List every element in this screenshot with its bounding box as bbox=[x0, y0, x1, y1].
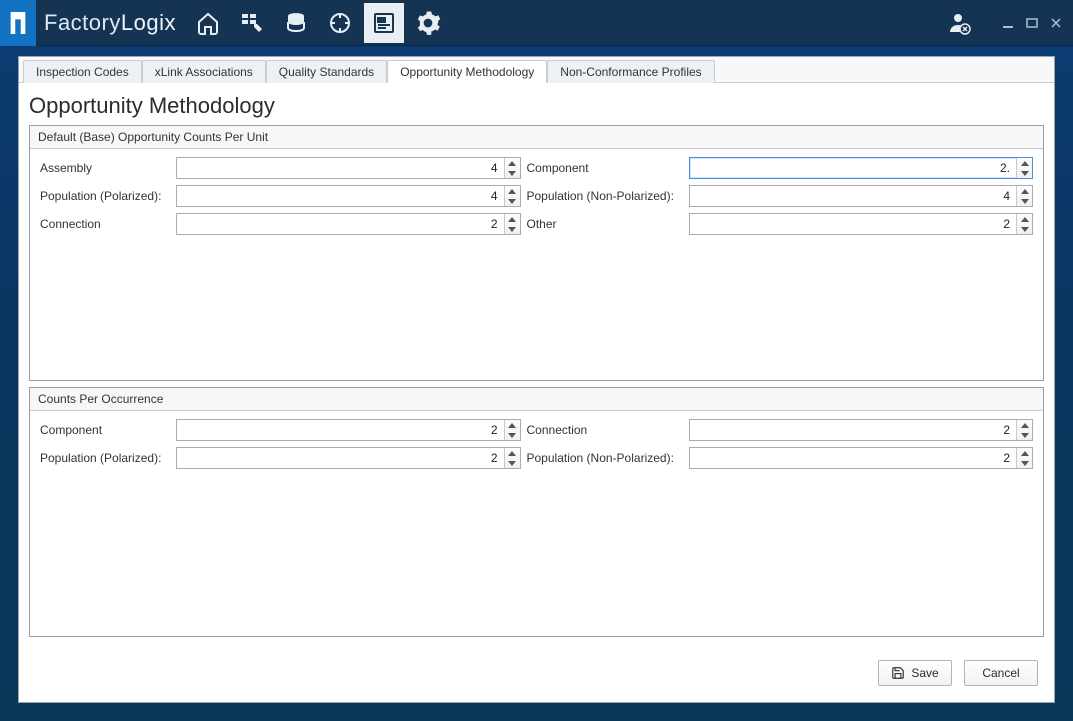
spinner-arrows[interactable] bbox=[504, 420, 520, 440]
input-assembly-field[interactable] bbox=[177, 158, 504, 178]
chevron-down-icon bbox=[1017, 168, 1032, 178]
label-occ-pop-nonpolarized: Population (Non-Polarized): bbox=[527, 451, 683, 465]
label-other: Other bbox=[527, 217, 683, 231]
chevron-up-icon bbox=[505, 448, 520, 458]
input-occ-component-field[interactable] bbox=[177, 420, 504, 440]
spinner-arrows[interactable] bbox=[1016, 448, 1032, 468]
user-account-icon[interactable] bbox=[939, 3, 979, 43]
chevron-up-icon bbox=[1017, 448, 1032, 458]
tab-inspection-codes[interactable]: Inspection Codes bbox=[23, 60, 142, 83]
spinner-arrows[interactable] bbox=[504, 186, 520, 206]
page-title: Opportunity Methodology bbox=[29, 93, 1044, 119]
app-logo bbox=[0, 0, 36, 46]
input-occ-pop-polarized-field[interactable] bbox=[177, 448, 504, 468]
input-pop-nonpolarized[interactable] bbox=[689, 185, 1034, 207]
spinner-arrows[interactable] bbox=[1016, 158, 1032, 178]
save-button-label: Save bbox=[911, 666, 938, 680]
label-occ-component: Component bbox=[40, 423, 170, 437]
input-pop-nonpolarized-field[interactable] bbox=[690, 186, 1017, 206]
templates-icon[interactable] bbox=[364, 3, 404, 43]
chevron-down-icon bbox=[1017, 430, 1032, 440]
cancel-button[interactable]: Cancel bbox=[964, 660, 1038, 686]
tabstrip: Inspection Codes xLink Associations Qual… bbox=[19, 57, 1054, 83]
chevron-up-icon bbox=[1017, 158, 1032, 168]
input-occ-component[interactable] bbox=[176, 419, 521, 441]
footer-actions: Save Cancel bbox=[29, 652, 1044, 692]
maximize-icon[interactable] bbox=[1021, 12, 1043, 34]
chevron-up-icon bbox=[1017, 420, 1032, 430]
spinner-arrows[interactable] bbox=[1016, 420, 1032, 440]
chevron-up-icon bbox=[1017, 214, 1032, 224]
close-icon[interactable] bbox=[1045, 12, 1067, 34]
label-pop-nonpolarized: Population (Non-Polarized): bbox=[527, 189, 683, 203]
input-assembly[interactable] bbox=[176, 157, 521, 179]
chevron-up-icon bbox=[505, 158, 520, 168]
brand-text: FactoryLogix bbox=[44, 10, 176, 36]
chevron-down-icon bbox=[505, 458, 520, 468]
label-occ-pop-polarized: Population (Polarized): bbox=[40, 451, 170, 465]
spinner-arrows[interactable] bbox=[504, 448, 520, 468]
chevron-down-icon bbox=[1017, 458, 1032, 468]
spinner-arrows[interactable] bbox=[504, 214, 520, 234]
home-icon[interactable] bbox=[188, 3, 228, 43]
chevron-down-icon bbox=[1017, 224, 1032, 234]
database-icon[interactable] bbox=[276, 3, 316, 43]
group-occurrence-header: Counts Per Occurrence bbox=[30, 388, 1043, 411]
input-occ-pop-polarized[interactable] bbox=[176, 447, 521, 469]
tab-quality-standards[interactable]: Quality Standards bbox=[266, 60, 387, 83]
chevron-up-icon bbox=[505, 186, 520, 196]
input-pop-polarized-field[interactable] bbox=[177, 186, 504, 206]
group-base-counts: Default (Base) Opportunity Counts Per Un… bbox=[29, 125, 1044, 381]
save-button[interactable]: Save bbox=[878, 660, 952, 686]
input-component-field[interactable] bbox=[690, 158, 1017, 178]
save-icon bbox=[891, 666, 905, 680]
spinner-arrows[interactable] bbox=[1016, 214, 1032, 234]
tab-opportunity-methodology[interactable]: Opportunity Methodology bbox=[387, 60, 547, 83]
chevron-up-icon bbox=[505, 420, 520, 430]
label-component: Component bbox=[527, 161, 683, 175]
group-occurrence-counts: Counts Per Occurrence Component Connecti… bbox=[29, 387, 1044, 637]
input-occ-connection-field[interactable] bbox=[690, 420, 1017, 440]
titlebar: FactoryLogix bbox=[0, 0, 1073, 46]
input-occ-pop-nonpolarized-field[interactable] bbox=[690, 448, 1017, 468]
chevron-down-icon bbox=[505, 168, 520, 178]
tab-xlink-associations[interactable]: xLink Associations bbox=[142, 60, 266, 83]
chevron-up-icon bbox=[505, 214, 520, 224]
chevron-down-icon bbox=[505, 224, 520, 234]
chevron-down-icon bbox=[1017, 196, 1032, 206]
input-occ-connection[interactable] bbox=[689, 419, 1034, 441]
input-component[interactable] bbox=[689, 157, 1034, 179]
input-other-field[interactable] bbox=[690, 214, 1017, 234]
input-occ-pop-nonpolarized[interactable] bbox=[689, 447, 1034, 469]
input-other[interactable] bbox=[689, 213, 1034, 235]
group-base-header: Default (Base) Opportunity Counts Per Un… bbox=[30, 126, 1043, 149]
chevron-down-icon bbox=[505, 196, 520, 206]
label-assembly: Assembly bbox=[40, 161, 170, 175]
cancel-button-label: Cancel bbox=[982, 666, 1019, 680]
label-pop-polarized: Population (Polarized): bbox=[40, 189, 170, 203]
tab-non-conformance-profiles[interactable]: Non-Conformance Profiles bbox=[547, 60, 714, 83]
minimize-icon[interactable] bbox=[997, 12, 1019, 34]
target-icon[interactable] bbox=[320, 3, 360, 43]
grid-edit-icon[interactable] bbox=[232, 3, 272, 43]
toolbar bbox=[188, 3, 448, 43]
settings-gear-icon[interactable] bbox=[408, 3, 448, 43]
input-connection[interactable] bbox=[176, 213, 521, 235]
label-connection: Connection bbox=[40, 217, 170, 231]
label-occ-connection: Connection bbox=[527, 423, 683, 437]
input-connection-field[interactable] bbox=[177, 214, 504, 234]
spinner-arrows[interactable] bbox=[1016, 186, 1032, 206]
chevron-up-icon bbox=[1017, 186, 1032, 196]
spinner-arrows[interactable] bbox=[504, 158, 520, 178]
chevron-down-icon bbox=[505, 430, 520, 440]
main-panel: Inspection Codes xLink Associations Qual… bbox=[18, 56, 1055, 703]
input-pop-polarized[interactable] bbox=[176, 185, 521, 207]
